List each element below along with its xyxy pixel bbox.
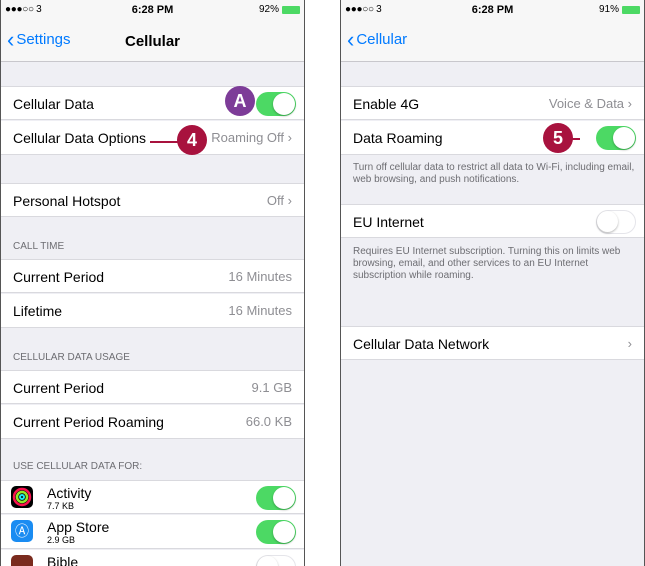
usage-current-period-row: Current Period 9.1 GB: [1, 370, 304, 404]
personal-hotspot-row[interactable]: Personal Hotspot Off ›: [1, 183, 304, 217]
nav-bar: ‹ Settings Cellular: [1, 20, 304, 62]
roaming-footer-note: Turn off cellular data to restrict all d…: [353, 162, 635, 185]
eu-footer-note: Requires EU Internet subscription. Turni…: [353, 246, 621, 281]
battery-indicator: 92%: [259, 4, 300, 15]
cellular-data-toggle[interactable]: [256, 92, 296, 116]
callout-a: A: [225, 86, 255, 116]
activity-icon: [11, 486, 33, 508]
callout-4: 4: [177, 125, 207, 155]
chevron-right-icon: ›: [627, 96, 632, 111]
call-time-header: CALL TIME: [13, 241, 65, 252]
app-row-bible: Bible: [1, 550, 304, 566]
status-bar: ●●●○○ 3 6:28 PM 92%: [1, 0, 304, 20]
bible-icon: [11, 555, 33, 566]
cellular-data-options-row[interactable]: Cellular Data Options Roaming Off ›: [1, 121, 304, 155]
apps-header: USE CELLULAR DATA FOR:: [13, 461, 143, 472]
data-usage-header: CELLULAR DATA USAGE: [13, 352, 130, 363]
app-store-data-toggle[interactable]: [256, 520, 296, 544]
callout-4-arrow: [150, 141, 180, 143]
battery-indicator: 91%: [599, 4, 640, 15]
callout-5: 5: [543, 123, 573, 153]
chevron-right-icon: ›: [287, 130, 292, 145]
app-store-icon: Ⓐ: [11, 520, 33, 542]
battery-icon: [282, 5, 300, 14]
page-title: Cellular: [124, 33, 181, 50]
data-roaming-toggle[interactable]: [596, 126, 636, 150]
cellular-data-options-screen: ●●●○○ 3 6:28 PM 91% ‹ Cellular Enable 4G …: [340, 0, 645, 566]
bible-data-toggle[interactable]: [256, 555, 296, 566]
usage-roaming-row: Current Period Roaming 66.0 KB: [1, 405, 304, 439]
back-button[interactable]: ‹ Cellular: [347, 26, 407, 52]
cellular-data-row: Cellular Data: [1, 86, 304, 120]
app-row-activity: Activity 7.7 KB: [1, 480, 304, 514]
nav-bar: ‹ Cellular: [341, 20, 644, 62]
activity-data-toggle[interactable]: [256, 486, 296, 510]
data-roaming-row: Data Roaming: [341, 121, 644, 155]
call-current-period-row: Current Period 16 Minutes: [1, 259, 304, 293]
enable-4g-row[interactable]: Enable 4G Voice & Data ›: [341, 86, 644, 120]
chevron-right-icon: ›: [627, 336, 632, 351]
eu-internet-toggle[interactable]: [596, 210, 636, 234]
chevron-right-icon: ›: [287, 193, 292, 208]
call-lifetime-row: Lifetime 16 Minutes: [1, 294, 304, 328]
cellular-settings-screen: ●●●○○ 3 6:28 PM 92% ‹ Settings Cellular C…: [0, 0, 305, 566]
app-row-app-store: Ⓐ App Store 2.9 GB: [1, 515, 304, 549]
eu-internet-row: EU Internet: [341, 204, 644, 238]
battery-icon: [622, 5, 640, 14]
status-bar: ●●●○○ 3 6:28 PM 91%: [341, 0, 644, 20]
cellular-data-network-row[interactable]: Cellular Data Network ›: [341, 326, 644, 360]
chevron-left-icon: ‹: [347, 26, 355, 52]
